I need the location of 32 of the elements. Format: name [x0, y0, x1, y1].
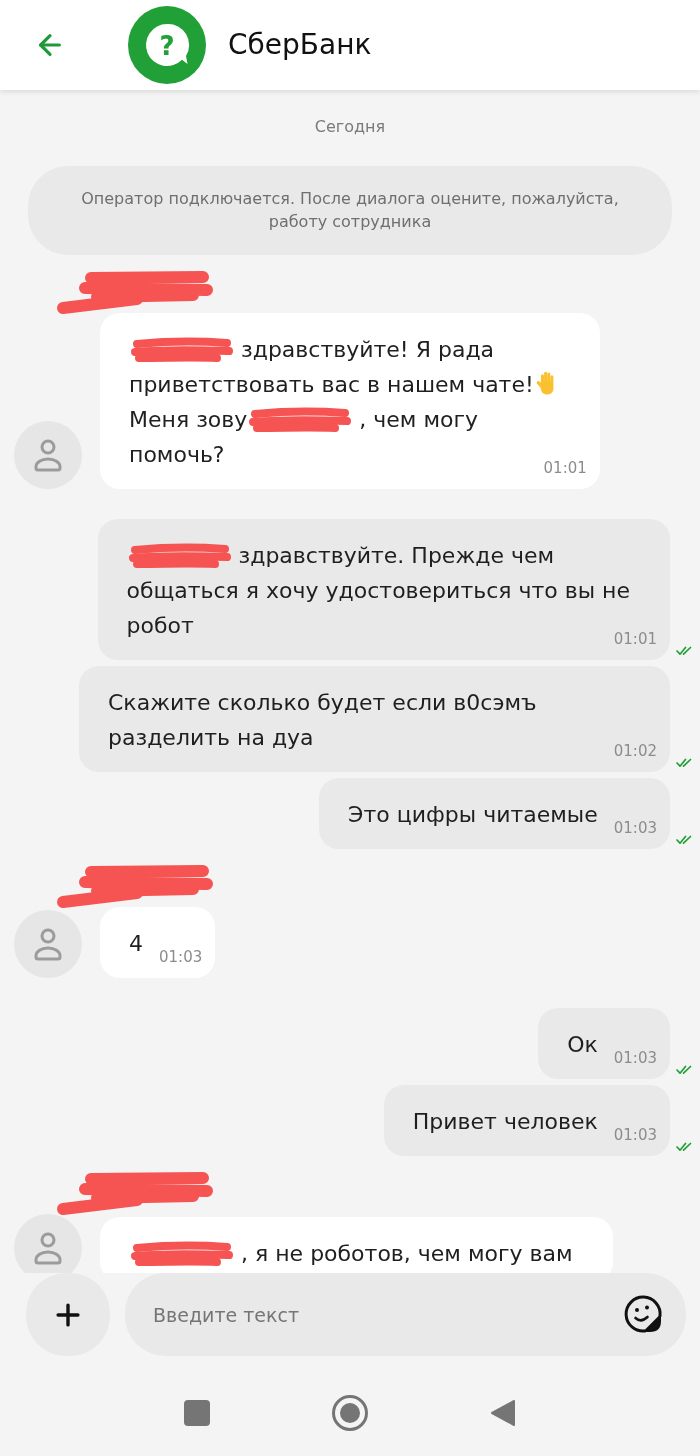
message-text: Это цифры читаемые: [348, 802, 598, 827]
person-avatar-icon: [14, 1214, 82, 1273]
message-time: 01:03: [613, 1048, 657, 1068]
message-text: 4: [129, 931, 143, 956]
person-avatar-icon: [14, 421, 82, 489]
message-text: , я не роботов, чем могу вам: [241, 1241, 573, 1266]
message-time: 01:03: [613, 1125, 657, 1145]
message-time: 01:01: [543, 458, 587, 478]
message-time: 01:02: [613, 741, 657, 761]
message-text: Скажите сколько будет если в0сэмъ разделить на дуа: [108, 690, 537, 750]
message-time: 01:03: [159, 947, 203, 967]
message-text: Привет человек: [412, 1109, 598, 1134]
message-input-field[interactable]: Введите текст: [125, 1273, 686, 1356]
message-text: общаться я хочу удостовериться что вы не: [126, 578, 630, 603]
sticker-icon[interactable]: [623, 1294, 663, 1334]
message-time: 01:03: [613, 818, 657, 838]
message-text: , чем могу: [359, 407, 479, 432]
date-label: Сегодня: [313, 117, 387, 137]
message-text: здравствуйте! Я рада: [241, 337, 495, 362]
chat-title: СберБанк: [228, 28, 372, 62]
message-time: 01:01: [613, 629, 657, 649]
nav-circle-icon[interactable]: [332, 1395, 368, 1431]
message-text: приветствовать вас в нашем чате!: [129, 372, 534, 397]
nav-triangle-icon[interactable]: [490, 1399, 516, 1427]
message-text: робот: [126, 613, 194, 638]
system-notice: Оператор подключается. После диалога оцените, пожалуйста, работу сотрудника: [28, 166, 672, 255]
person-avatar-icon: [14, 910, 82, 978]
message-text: здравствуйте. Прежде чем: [238, 543, 555, 568]
message-text: помочь?: [129, 442, 225, 467]
message-text: Ок: [567, 1032, 598, 1057]
chat-logo-icon: ?: [128, 6, 206, 84]
message-text: Меня зову: [129, 407, 248, 432]
